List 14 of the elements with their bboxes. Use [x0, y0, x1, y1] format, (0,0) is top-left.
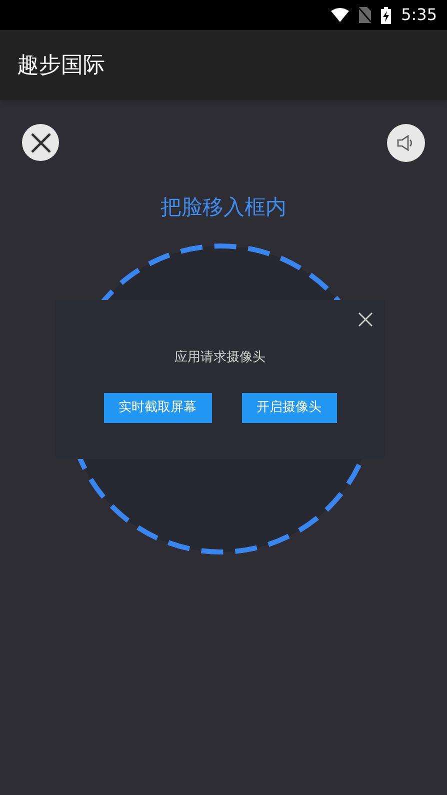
- close-icon: [358, 312, 373, 326]
- dialog-close-button[interactable]: [358, 312, 373, 326]
- dialog-button[interactable]: 实时截取屏幕: [104, 393, 212, 423]
- status-time: 5:35: [401, 4, 437, 26]
- speaker-button[interactable]: [387, 124, 425, 162]
- battery-charging-icon: [381, 6, 392, 24]
- wifi-icon: [331, 8, 350, 22]
- app-title: 趣步国际: [17, 52, 105, 80]
- close-icon: [30, 132, 52, 154]
- face-instruction: 把脸移入框内: [160, 194, 286, 221]
- dialog-button[interactable]: 开启摄像头: [242, 393, 336, 423]
- no-sim-icon: [359, 7, 372, 23]
- close-button[interactable]: [22, 124, 59, 161]
- dialog-message: 应用请求摄像头: [174, 348, 266, 366]
